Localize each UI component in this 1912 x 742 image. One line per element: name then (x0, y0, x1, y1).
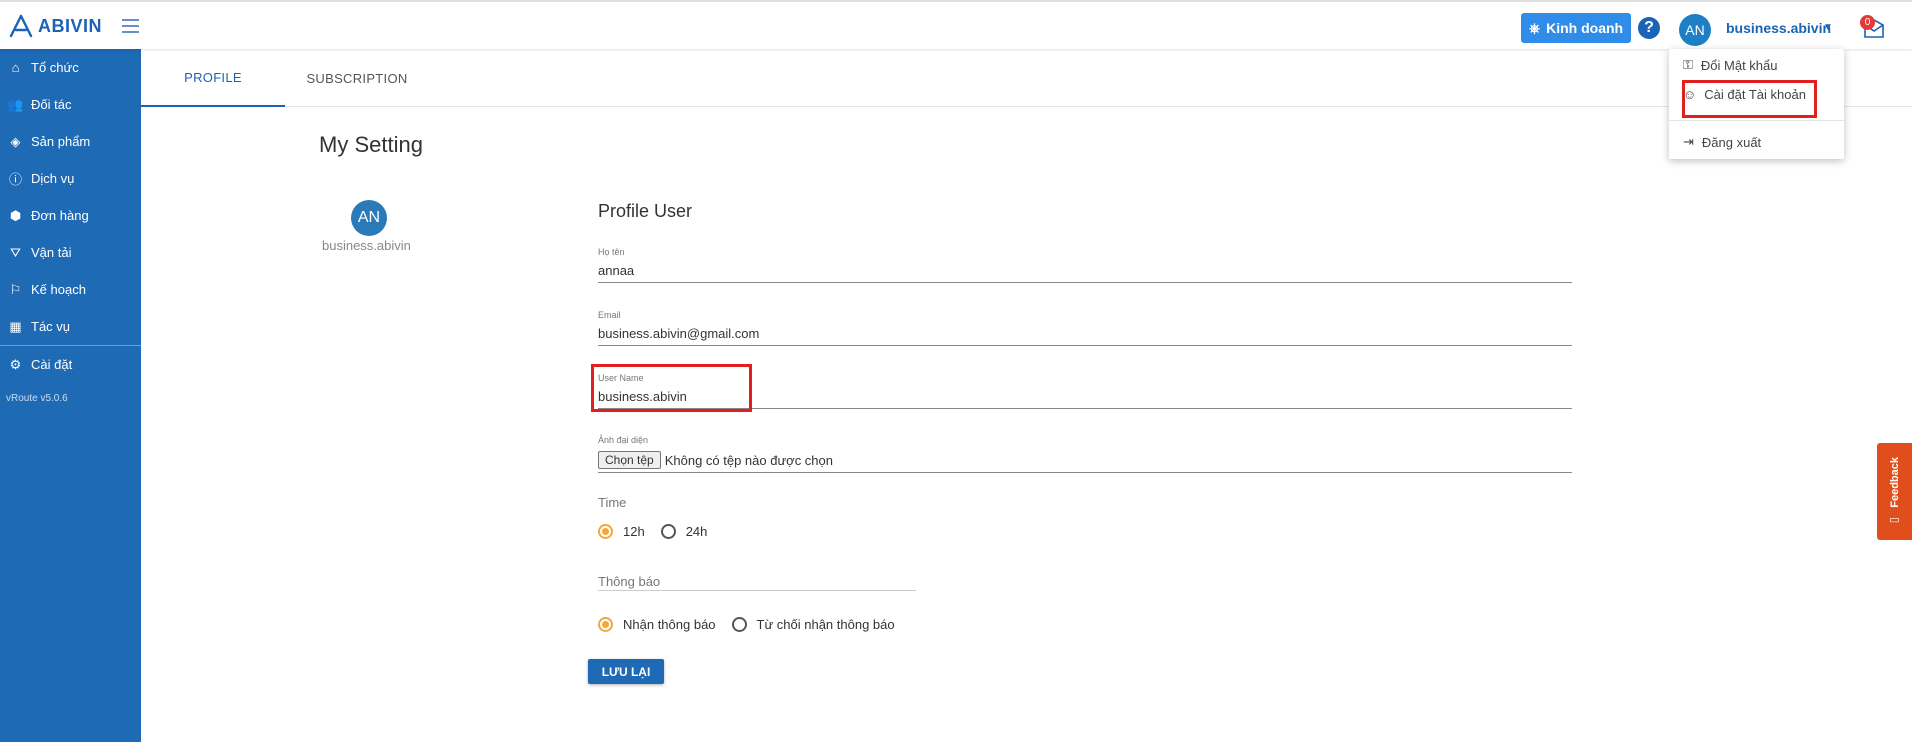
fullname-label: Họ tên (598, 247, 625, 257)
form-title: Profile User (598, 201, 693, 221)
account-settings-highlight (1682, 80, 1817, 118)
avatar-upload-field: Ảnh đại diện Chọn tệp Không có tệp nào đ… (598, 435, 1572, 473)
calendar-icon: ▦ (9, 318, 22, 334)
save-button[interactable]: LƯU LẠI (588, 659, 664, 684)
sidebar-item-label: Vận tải (31, 245, 72, 260)
logout-icon: ⇥ (1683, 134, 1694, 149)
users-icon: 👥 (7, 96, 24, 112)
sidebar: ⌂ Tổ chức 👥 Đối tác ◈ Sản phẩm ⓘ Dịch vụ… (0, 49, 141, 742)
logout-item[interactable]: ⇥ Đăng xuất (1683, 134, 1761, 150)
username-highlight (591, 364, 752, 412)
sidebar-item-label: Tổ chức (31, 60, 79, 75)
gear-icon: ⚙ (9, 356, 22, 372)
sidebar-item-label: Sản phẩm (31, 134, 91, 149)
business-button-label: Kinh doanh (1546, 20, 1624, 36)
feedback-tab[interactable]: Feedback ▭ (1877, 443, 1912, 540)
sidebar-item-don-hang[interactable]: ⬢ Đơn hàng (0, 197, 141, 234)
sidebar-item-ke-hoach[interactable]: ⚐ Kế hoạch (0, 271, 141, 308)
sidebar-item-doi-tac[interactable]: 👥 Đối tác (0, 86, 141, 123)
sidebar-item-van-tai[interactable]: ⛛ Vận tải (0, 234, 141, 271)
radio-24h-label[interactable]: 24h (686, 524, 708, 539)
feedback-label: Feedback (1888, 456, 1901, 508)
sidebar-item-dich-vu[interactable]: ⓘ Dịch vụ (0, 160, 141, 197)
notification-radio-group: Nhận thông báo Từ chối nhận thông báo (598, 617, 911, 632)
brand-name: ABIVIN (38, 15, 103, 36)
radio-reject-notification-label[interactable]: Từ chối nhận thông báo (757, 617, 895, 632)
brand-logo[interactable]: ABIVIN (8, 14, 102, 38)
sidebar-item-cai-dat[interactable]: ⚙ Cài đặt (0, 346, 141, 383)
sidebar-item-to-chuc[interactable]: ⌂ Tổ chức (0, 49, 141, 86)
info-icon: ⓘ (8, 172, 22, 187)
tab-profile[interactable]: PROFILE (141, 49, 285, 107)
choose-file-button[interactable]: Chọn tệp (598, 451, 661, 469)
cubes-icon: ⬢ (9, 207, 22, 223)
fullname-field[interactable]: Họ tên annaa (598, 247, 1572, 283)
email-label: Email (598, 310, 621, 320)
sidebar-item-label: Cài đặt (31, 357, 73, 372)
road-icon: ⛛ (10, 244, 21, 260)
help-icon[interactable]: ? (1638, 17, 1660, 39)
menu-toggle-icon[interactable] (122, 19, 139, 33)
sidebar-item-label: Đối tác (31, 97, 72, 112)
chat-icon: ▭ (1889, 514, 1900, 527)
time-label: Time (598, 495, 627, 510)
chevron-down-icon[interactable]: ▼ (1823, 22, 1833, 33)
route-icon: ⚐ (9, 281, 22, 297)
user-menu-trigger[interactable]: business.abivin (1726, 20, 1831, 36)
steering-wheel-icon: ⎈ (1528, 19, 1541, 36)
sidebar-item-tac-vu[interactable]: ▦ Tác vụ (0, 308, 141, 345)
avatar-upload-label: Ảnh đại diện (598, 435, 649, 445)
page-title: My Setting (319, 132, 423, 157)
avatar[interactable]: AN (1679, 14, 1711, 46)
radio-24h[interactable] (660, 524, 676, 539)
fullname-input[interactable]: annaa (598, 263, 1572, 282)
sidebar-item-label: Kế hoạch (31, 282, 86, 297)
logout-label: Đăng xuất (1701, 134, 1762, 150)
file-status-text: Không có tệp nào được chọn (664, 452, 833, 468)
notification-label: Thông báo (598, 574, 916, 591)
sidebar-item-label: Đơn hàng (31, 208, 89, 223)
radio-reject-notification[interactable] (731, 617, 747, 632)
radio-12h-label[interactable]: 12h (623, 524, 645, 539)
tab-bar: PROFILE SUBSCRIPTION (141, 49, 1912, 107)
key-icon: ⚿ (1683, 57, 1693, 72)
radio-receive-notification-label[interactable]: Nhận thông báo (623, 617, 716, 632)
profile-avatar: AN (351, 200, 387, 236)
business-button[interactable]: ⎈ Kinh doanh (1521, 13, 1631, 43)
dropbox-icon: ◈ (10, 133, 21, 149)
sidebar-item-san-pham[interactable]: ◈ Sản phẩm (0, 123, 141, 160)
sidebar-item-label: Tác vụ (31, 319, 71, 334)
notification-badge: 0 (1860, 15, 1875, 30)
email-field[interactable]: Email business.abivin@gmail.com (598, 310, 1572, 346)
time-radio-group: 12h 24h (598, 524, 723, 539)
home-icon: ⌂ (11, 60, 20, 75)
version-label: vRoute v5.0.6 (6, 393, 68, 404)
profile-username: business.abivin (322, 238, 411, 253)
radio-12h[interactable] (598, 524, 613, 539)
abivin-logo-icon (9, 14, 33, 38)
email-input[interactable]: business.abivin@gmail.com (598, 326, 1572, 345)
change-password-label: Đổi Mật khẩu (1700, 57, 1778, 73)
tab-subscription[interactable]: SUBSCRIPTION (285, 49, 429, 107)
change-password-item[interactable]: ⚿ Đổi Mật khẩu (1683, 57, 1778, 73)
dropdown-divider (1669, 120, 1844, 121)
radio-receive-notification[interactable] (598, 617, 613, 632)
top-bar: ABIVIN ⎈ Kinh doanh ? AN business.abivin… (0, 0, 1912, 49)
sidebar-item-label: Dịch vụ (31, 171, 75, 186)
